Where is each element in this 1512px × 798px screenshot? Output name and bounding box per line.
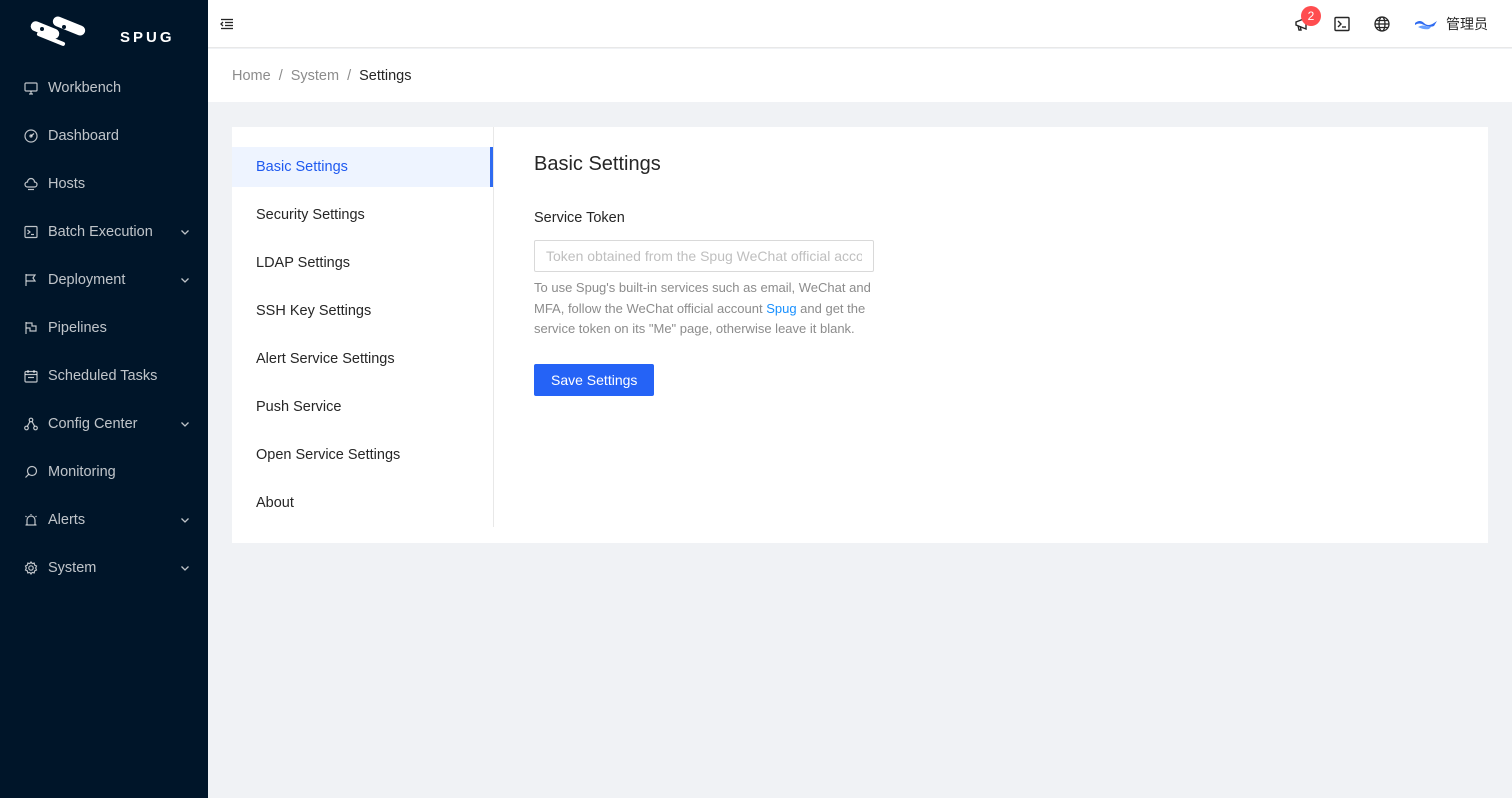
avatar-icon	[1415, 20, 1437, 29]
sidebar-item-label: Pipelines	[48, 320, 107, 336]
setting-icon	[24, 561, 38, 575]
schedule-icon	[24, 369, 38, 383]
user-name: 管理员	[1446, 15, 1488, 32]
settings-menu-item-ssh-key-settings[interactable]: SSH Key Settings	[232, 291, 493, 331]
notification-button[interactable]: 2	[1282, 0, 1322, 48]
settings-menu-item-ldap-settings[interactable]: LDAP Settings	[232, 243, 493, 283]
brand-name: SPUG	[120, 28, 175, 46]
sidebar-item-label: Dashboard	[48, 128, 119, 144]
dashboard-icon	[24, 129, 38, 143]
settings-menu-item-about[interactable]: About	[232, 483, 493, 523]
sidebar-item-alerts[interactable]: Alerts	[0, 496, 208, 544]
menu-fold-icon[interactable]	[220, 17, 234, 31]
sidebar: SPUG Workbench Dashboard Hosts Batch Execut…	[0, 0, 208, 798]
sidebar-item-pipelines[interactable]: Pipelines	[0, 304, 208, 352]
settings-menu: Basic Settings Security Settings LDAP Sett…	[232, 127, 494, 527]
sidebar-item-batch-execution[interactable]: Batch Execution	[0, 208, 208, 256]
sidebar-item-label: Scheduled Tasks	[48, 368, 158, 384]
sidebar-item-label: System	[48, 560, 97, 576]
chevron-down-icon	[180, 275, 190, 285]
sidebar-item-deployment[interactable]: Deployment	[0, 256, 208, 304]
sidebar-menu: Workbench Dashboard Hosts Batch Execution De…	[0, 64, 208, 592]
web-terminal-button[interactable]	[1322, 0, 1362, 48]
alert-icon	[24, 513, 38, 527]
chevron-down-icon	[180, 419, 190, 429]
sidebar-item-dashboard[interactable]: Dashboard	[0, 112, 208, 160]
logo[interactable]: SPUG	[0, 0, 208, 64]
sidebar-item-label: Monitoring	[48, 464, 116, 480]
panel-title: Basic Settings	[534, 153, 661, 175]
breadcrumb-home[interactable]: Home	[232, 68, 271, 84]
service-token-input[interactable]	[534, 240, 874, 272]
settings-menu-item-alert-service-settings[interactable]: Alert Service Settings	[232, 339, 493, 379]
sidebar-item-label: Config Center	[48, 416, 138, 432]
service-token-label: Service Token	[534, 210, 625, 226]
basic-settings-panel: Basic Settings Service Token To use Spug…	[494, 127, 914, 543]
notification-badge: 2	[1301, 5, 1321, 26]
sidebar-item-scheduled-tasks[interactable]: Scheduled Tasks	[0, 352, 208, 400]
chevron-down-icon	[180, 227, 190, 237]
spug-logo-icon	[30, 16, 86, 46]
chevron-down-icon	[180, 563, 190, 573]
service-token-help: To use Spug's built-in services such as …	[534, 278, 874, 340]
globe-icon	[1374, 15, 1390, 32]
flag-icon	[24, 273, 38, 287]
settings-menu-item-push-service[interactable]: Push Service	[232, 387, 493, 427]
chevron-down-icon	[180, 515, 190, 525]
terminal-icon	[1334, 16, 1350, 31]
sidebar-item-label: Workbench	[48, 80, 122, 96]
settings-card: Basic Settings Security Settings LDAP Sett…	[232, 127, 1488, 543]
cloud-server-icon	[24, 177, 38, 191]
sidebar-item-label: Batch Execution	[48, 224, 153, 240]
sidebar-item-system[interactable]: System	[0, 544, 208, 592]
breadcrumb-separator: /	[347, 67, 352, 84]
sidebar-item-workbench[interactable]: Workbench	[0, 64, 208, 112]
language-button[interactable]	[1362, 0, 1402, 48]
sidebar-item-monitoring[interactable]: Monitoring	[0, 448, 208, 496]
breadcrumb: Home / System / Settings	[208, 49, 1512, 102]
settings-menu-item-security-settings[interactable]: Security Settings	[232, 195, 493, 235]
terminal-icon	[24, 225, 38, 239]
settings-menu-item-open-service-settings[interactable]: Open Service Settings	[232, 435, 493, 475]
deployment-unit-icon	[24, 417, 38, 431]
settings-menu-item-basic-settings[interactable]: Basic Settings	[232, 147, 493, 187]
sidebar-item-label: Hosts	[48, 176, 86, 192]
pipeline-flag-icon	[24, 321, 38, 335]
spug-account-link[interactable]: Spug	[766, 301, 796, 316]
save-settings-button[interactable]: Save Settings	[534, 363, 655, 396]
monitor-search-icon	[24, 465, 38, 479]
breadcrumb-separator: /	[278, 67, 283, 84]
desktop-icon	[24, 81, 38, 95]
sidebar-item-hosts[interactable]: Hosts	[0, 160, 208, 208]
top-header: 2 管理员	[208, 0, 1512, 48]
breadcrumb-current: Settings	[359, 67, 412, 84]
sidebar-item-label: Alerts	[48, 512, 86, 528]
sidebar-item-label: Deployment	[48, 272, 126, 288]
sidebar-item-config-center[interactable]: Config Center	[0, 400, 208, 448]
breadcrumb-system[interactable]: System	[291, 68, 339, 84]
user-menu[interactable]: 管理员	[1414, 14, 1488, 34]
